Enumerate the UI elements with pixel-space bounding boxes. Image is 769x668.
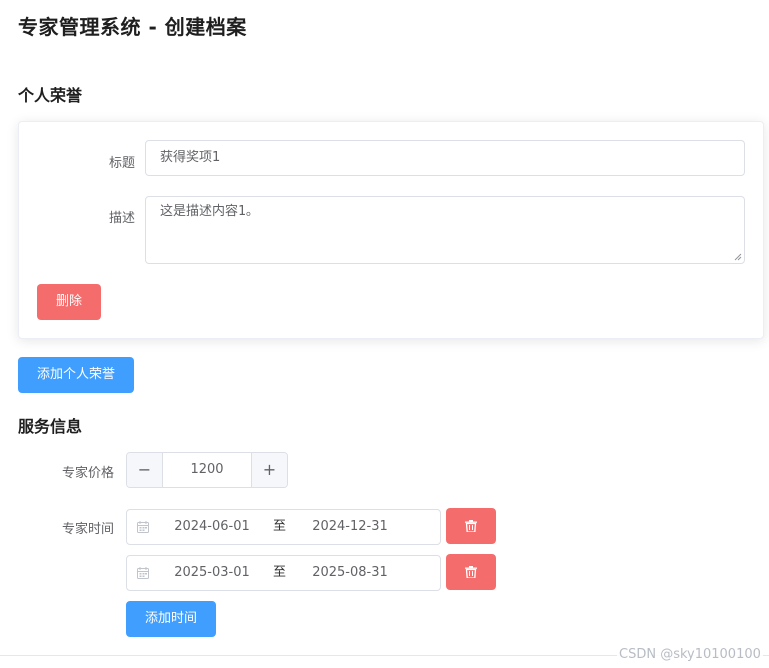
range-start-input[interactable]: 2024-06-01 — [173, 510, 251, 544]
honors-section-title: 个人荣誉 — [18, 86, 83, 105]
service-section-title: 服务信息 — [18, 417, 83, 436]
calendar-icon — [137, 521, 149, 533]
honor-card: 标题 获得奖项1 描述 这是描述内容1。 删除 — [18, 121, 764, 339]
range-end-input[interactable]: 2024-12-31 — [311, 510, 389, 544]
range-separator: 至 — [273, 519, 287, 534]
watermark: CSDN @sky10100100 — [617, 647, 763, 662]
resize-grip-icon[interactable] — [734, 253, 742, 261]
range-separator: 至 — [273, 565, 287, 580]
price-stepper: − 1200 + — [126, 452, 288, 488]
honor-description-textarea[interactable]: 这是描述内容1。 — [145, 196, 745, 264]
date-range-picker[interactable]: 2025-03-01 至 2025-08-31 — [126, 555, 441, 591]
plus-icon[interactable]: + — [251, 453, 287, 487]
date-range-picker[interactable]: 2024-06-01 至 2024-12-31 — [126, 509, 441, 545]
delete-range-button[interactable] — [446, 554, 496, 590]
delete-honor-button[interactable]: 删除 — [37, 284, 101, 320]
calendar-icon — [137, 567, 149, 579]
minus-icon[interactable]: − — [127, 453, 163, 487]
price-label: 专家价格 — [62, 466, 115, 481]
range-end-input[interactable]: 2025-08-31 — [311, 556, 389, 590]
time-label: 专家时间 — [62, 522, 115, 537]
trash-icon — [465, 520, 477, 532]
trash-icon — [465, 566, 477, 578]
range-start-input[interactable]: 2025-03-01 — [173, 556, 251, 590]
honor-title-label: 标题 — [108, 156, 135, 171]
delete-range-button[interactable] — [446, 508, 496, 544]
page-title: 专家管理系统 - 创建档案 — [18, 15, 247, 39]
add-time-button[interactable]: 添加时间 — [126, 601, 216, 637]
honor-title-input[interactable]: 获得奖项1 — [145, 140, 745, 176]
add-honor-button[interactable]: 添加个人荣誉 — [18, 357, 134, 393]
price-input[interactable]: 1200 — [163, 453, 251, 487]
honor-description-text: 这是描述内容1。 — [160, 204, 259, 219]
honor-description-label: 描述 — [108, 211, 135, 226]
